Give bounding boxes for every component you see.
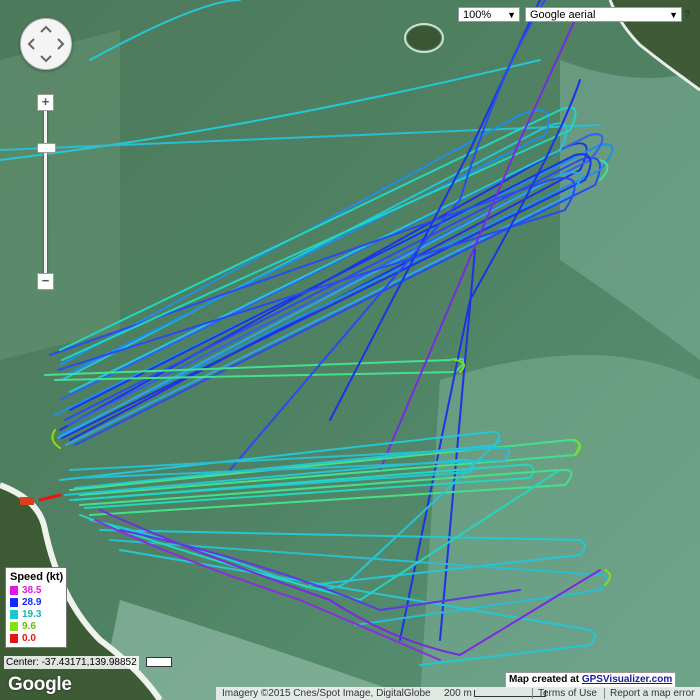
map-canvas[interactable] — [0, 0, 700, 700]
ruler-icon[interactable] — [146, 657, 172, 667]
legend-entry: 38.5 — [6, 585, 66, 597]
zoom-slider-thumb[interactable] — [37, 143, 56, 153]
pan-control[interactable] — [20, 18, 72, 70]
zoom-out-button[interactable]: − — [37, 273, 54, 290]
legend-swatch — [10, 609, 18, 619]
map-credit: Map created at GPSVisualizer.com — [505, 672, 677, 688]
island — [407, 26, 441, 50]
dropdown-arrow-icon: ▼ — [507, 10, 516, 20]
scale-label: 200 m — [444, 688, 472, 699]
map-type-select[interactable]: Google aerial ▼ — [525, 7, 682, 22]
map-view[interactable]: + − 100% ▼ Google aerial ▼ ? Speed (kt) … — [0, 0, 700, 700]
zoom-select[interactable]: 100% ▼ — [458, 7, 520, 22]
shallow-water-area — [0, 30, 120, 360]
map-type-value: Google aerial — [530, 9, 596, 21]
attribution-bar: Imagery ©2015 Cnes/Spot Image, DigitalGl… — [216, 687, 700, 700]
legend-swatch — [10, 621, 18, 631]
gpsvisualizer-link[interactable]: GPSVisualizer.com — [582, 674, 672, 685]
zoom-slider-track[interactable] — [44, 104, 47, 279]
legend-entry: 28.9 — [6, 597, 66, 609]
legend-swatch — [10, 597, 18, 607]
report-error-link[interactable]: Report a map error — [610, 687, 694, 700]
legend-entry: 19.3 — [6, 609, 66, 621]
legend-title: Speed (kt) — [10, 571, 64, 583]
divider — [532, 688, 533, 699]
terms-link[interactable]: Terms of Use — [538, 687, 597, 700]
legend-swatch — [10, 633, 18, 643]
legend-swatch — [10, 585, 18, 595]
speed-legend: Speed (kt) 38.5 28.9 19.3 9.6 0.0 — [5, 567, 67, 648]
legend-entry: 0.0 — [6, 633, 66, 645]
scale-bar — [474, 690, 546, 697]
zoom-in-button[interactable]: + — [37, 94, 54, 111]
dropdown-arrow-icon: ▼ — [669, 10, 678, 20]
zoom-select-value: 100% — [463, 9, 492, 21]
google-logo: Google — [8, 674, 72, 695]
help-link[interactable]: ? — [684, 9, 691, 21]
center-coordinates: Center: -37.43171,139.98852 — [4, 656, 139, 669]
divider — [604, 688, 605, 699]
legend-entry: 9.6 — [6, 621, 66, 633]
pan-arrows-icon — [27, 25, 65, 63]
boat-ramp — [20, 497, 34, 505]
imagery-attribution: Imagery ©2015 Cnes/Spot Image, DigitalGl… — [222, 688, 431, 699]
